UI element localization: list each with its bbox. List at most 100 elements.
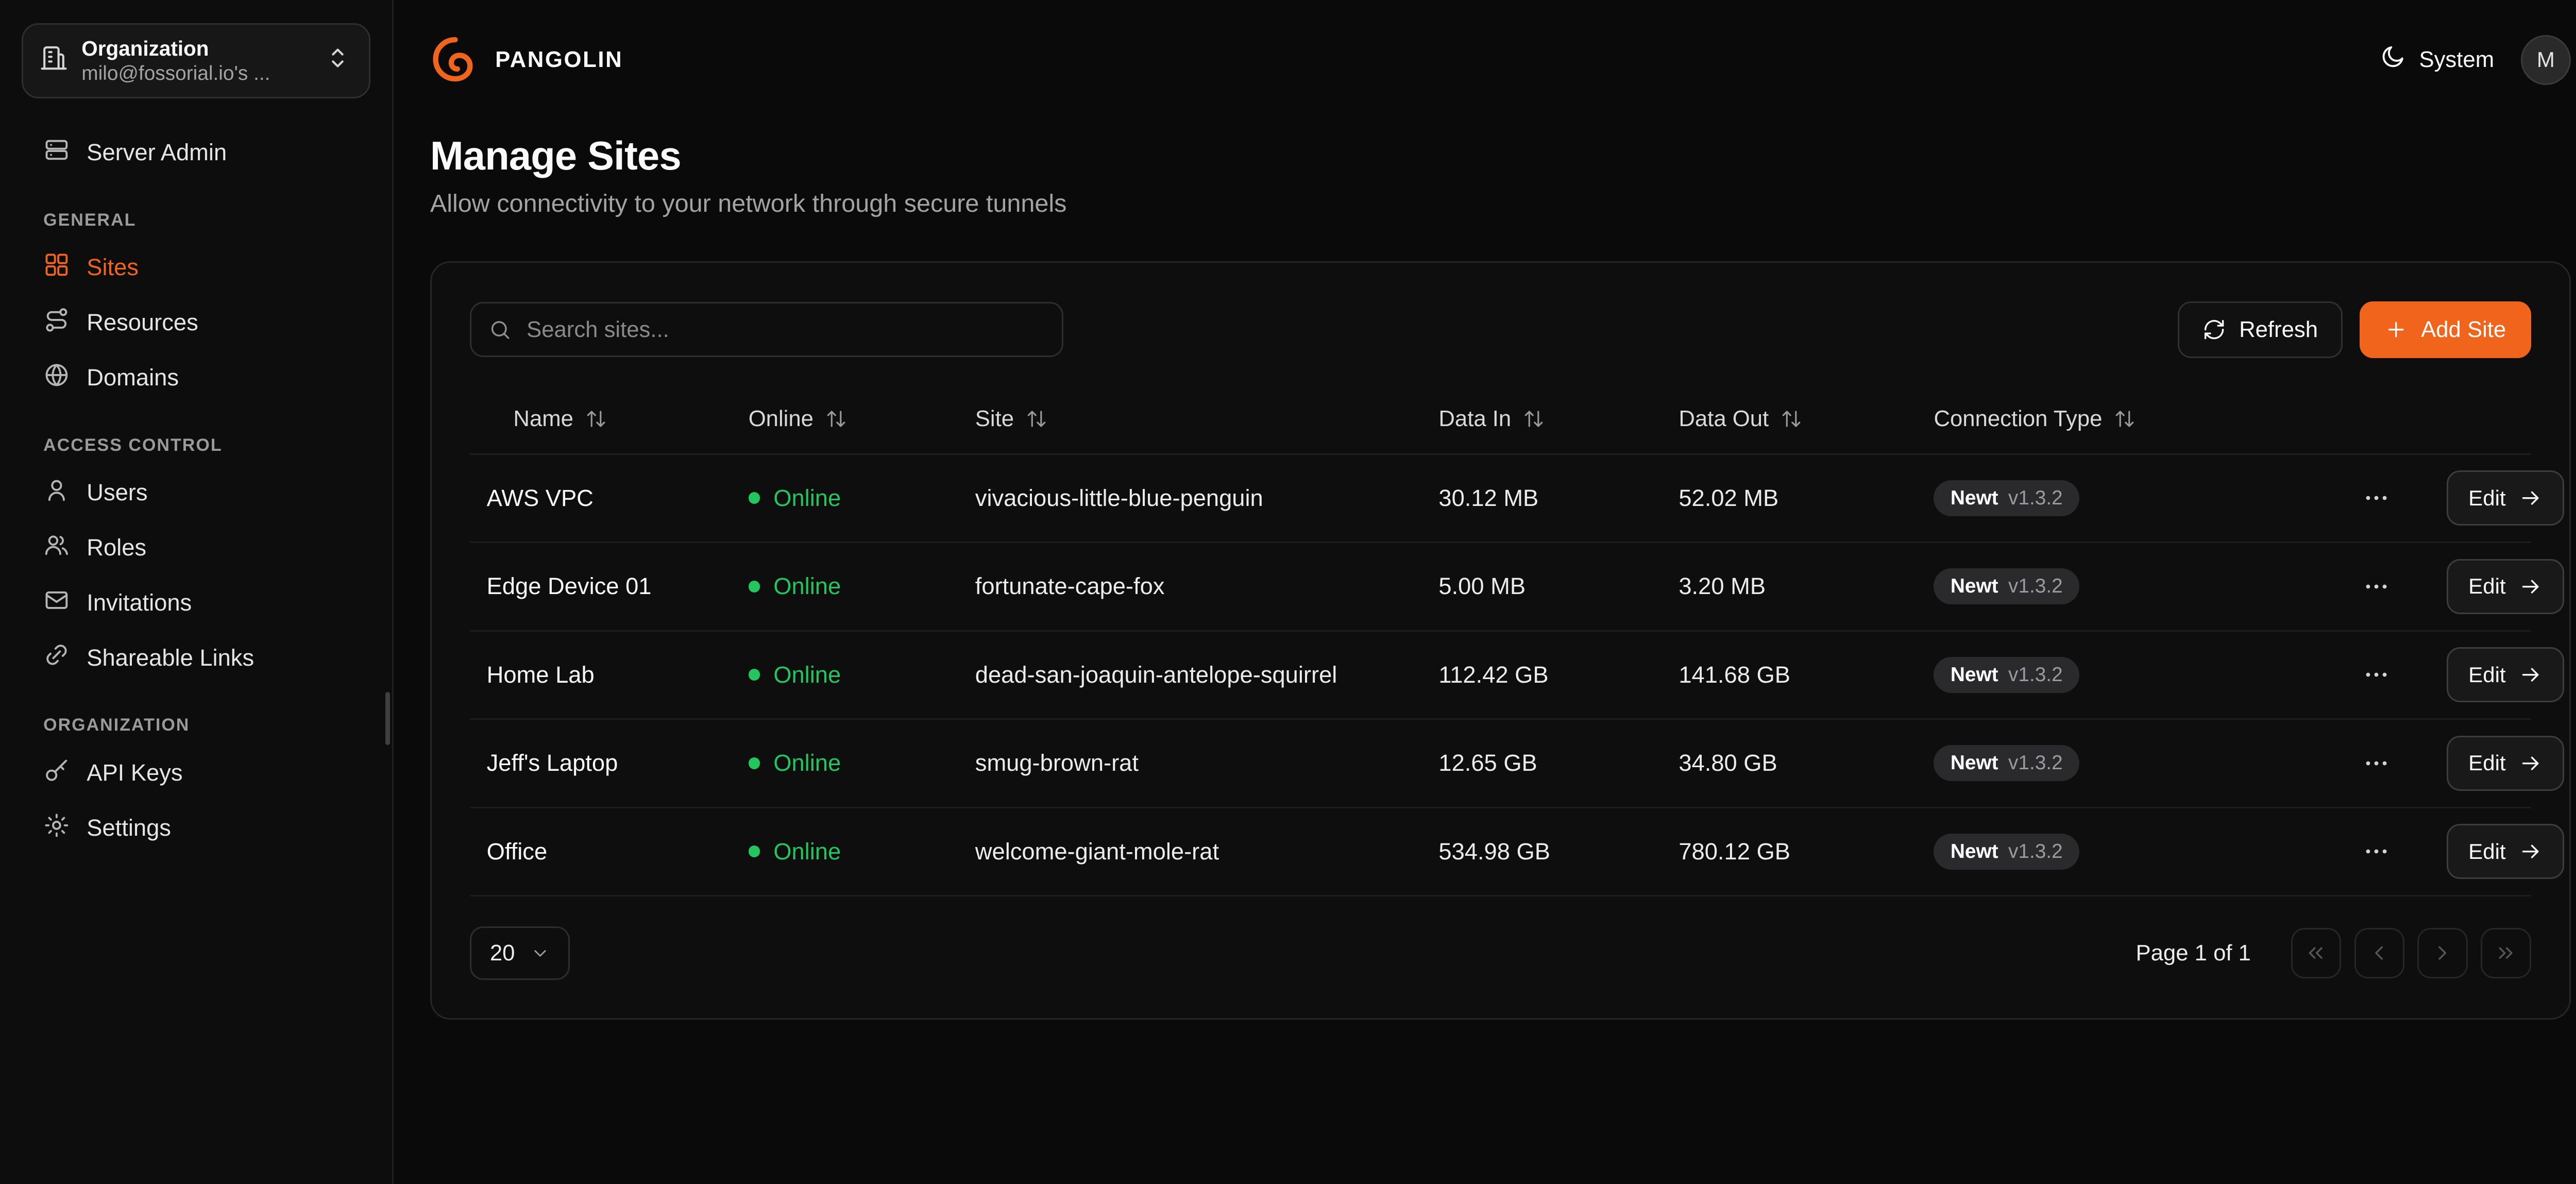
page-content: Manage Sites Allow connectivity to your … xyxy=(394,120,2576,1020)
sidebar-nav: Server Admin GENERALSitesResourcesDomain… xyxy=(22,125,370,856)
online-dot-icon xyxy=(749,845,760,857)
edit-label: Edit xyxy=(2468,839,2505,864)
brand-logo[interactable]: PANGOLIN xyxy=(430,35,623,85)
column-label: Connection Type xyxy=(1934,406,2102,432)
chevron-right-icon xyxy=(2431,941,2454,965)
sidebar-item-sites[interactable]: Sites xyxy=(22,240,370,295)
row-actions-cell xyxy=(2355,831,2424,872)
users-icon xyxy=(43,532,70,564)
sites-table: NameOnlineSiteData InData OutConnection … xyxy=(470,385,2531,897)
data-in-value: 5.00 MB xyxy=(1438,573,1679,600)
grid-icon xyxy=(43,251,70,284)
sites-card: Refresh Add Site NameOnlineSiteData InDa… xyxy=(430,261,2571,1020)
column-header-online[interactable]: Online xyxy=(749,406,975,432)
site-tunnel-name: smug-brown-rat xyxy=(975,750,1439,776)
chevrons-up-down-icon xyxy=(324,44,352,78)
online-dot-icon xyxy=(749,669,760,681)
section-label-organization: ORGANIZATION xyxy=(22,715,370,735)
avatar[interactable]: M xyxy=(2521,35,2571,85)
edit-button[interactable]: Edit xyxy=(2447,470,2564,526)
pagination-last-button[interactable] xyxy=(2481,928,2531,978)
server-icon xyxy=(43,137,70,169)
sidebar-item-label: Roles xyxy=(87,534,146,561)
pagination-first-button[interactable] xyxy=(2291,928,2341,978)
sidebar-item-invitations[interactable]: Invitations xyxy=(22,576,370,631)
sort-icon xyxy=(1523,408,1545,430)
refresh-button[interactable]: Refresh xyxy=(2178,301,2343,358)
waypoints-icon xyxy=(43,307,70,339)
row-actions-cell xyxy=(2355,566,2424,607)
pagination-next-button[interactable] xyxy=(2417,928,2467,978)
column-header-name[interactable]: Name xyxy=(470,406,748,432)
status-label: Online xyxy=(773,485,841,512)
sidebar-item-shareable-links[interactable]: Shareable Links xyxy=(22,630,370,685)
sidebar-item-server-admin[interactable]: Server Admin xyxy=(22,125,370,180)
sidebar-item-label: Settings xyxy=(87,815,171,841)
sidebar-item-label: Shareable Links xyxy=(87,645,254,671)
org-picker[interactable]: Organization milo@fossorial.io's ... xyxy=(22,23,370,98)
search-input[interactable] xyxy=(470,302,1063,357)
edit-button[interactable]: Edit xyxy=(2447,559,2564,614)
site-tunnel-name: fortunate-cape-fox xyxy=(975,573,1439,600)
pangolin-logo-icon xyxy=(430,35,480,85)
data-out-value: 3.20 MB xyxy=(1679,573,1934,600)
edit-label: Edit xyxy=(2468,574,2505,599)
column-header-data-out[interactable]: Data Out xyxy=(1679,406,1934,432)
table-header-row: Name OnlineSiteData InData OutConnection … xyxy=(470,385,2531,455)
arrow-right-icon xyxy=(2519,663,2542,686)
sort-icon xyxy=(585,408,607,430)
row-actions-button[interactable] xyxy=(2355,477,2397,519)
status-label: Online xyxy=(773,662,841,688)
page-info: Page 1 of 1 xyxy=(2136,940,2251,966)
arrow-right-icon xyxy=(2519,575,2542,598)
chevron-left-icon xyxy=(2367,941,2391,965)
arrow-right-icon xyxy=(2519,486,2542,510)
section-label-access-control: ACCESS CONTROL xyxy=(22,435,370,455)
sidebar-item-users[interactable]: Users xyxy=(22,465,370,520)
topbar: PANGOLIN System M xyxy=(394,0,2576,120)
sidebar-item-resources[interactable]: Resources xyxy=(22,295,370,350)
sidebar-item-roles[interactable]: Roles xyxy=(22,520,370,576)
column-header-site[interactable]: Site xyxy=(975,406,1439,432)
sidebar-scrollbar[interactable] xyxy=(385,692,391,746)
edit-button[interactable]: Edit xyxy=(2447,824,2564,879)
arrow-right-icon xyxy=(2519,840,2542,863)
sidebar-item-domains[interactable]: Domains xyxy=(22,350,370,405)
mail-icon xyxy=(43,587,70,619)
online-dot-icon xyxy=(749,757,760,769)
connection-type-version: v1.3.2 xyxy=(2008,752,2063,774)
table-body: AWS VPCOnlinevivacious-little-blue-pengu… xyxy=(470,455,2531,897)
theme-label: System xyxy=(2419,47,2494,73)
connection-type-version: v1.3.2 xyxy=(2008,575,2063,598)
theme-toggle[interactable]: System xyxy=(2379,44,2494,76)
add-site-button[interactable]: Add Site xyxy=(2360,301,2531,358)
connection-type-version: v1.3.2 xyxy=(2008,487,2063,510)
column-header-data-in[interactable]: Data In xyxy=(1438,406,1679,432)
sort-icon xyxy=(1781,408,1802,430)
edit-button[interactable]: Edit xyxy=(2447,647,2564,702)
toolbar-actions: Refresh Add Site xyxy=(2178,301,2531,358)
row-actions-button[interactable] xyxy=(2355,742,2397,784)
online-dot-icon xyxy=(749,492,760,504)
sidebar-item-api-keys[interactable]: API Keys xyxy=(22,746,370,801)
column-header-connection-type[interactable]: Connection Type xyxy=(1934,406,2355,432)
edit-button[interactable]: Edit xyxy=(2447,736,2564,791)
connection-type-name: Newt xyxy=(1951,752,1998,774)
data-in-value: 30.12 MB xyxy=(1438,485,1679,512)
connection-type-badge: Newtv1.3.2 xyxy=(1934,657,2079,693)
page-size-select[interactable]: 20 xyxy=(470,926,570,980)
row-actions-button[interactable] xyxy=(2355,654,2397,696)
card-toolbar: Refresh Add Site xyxy=(470,301,2531,358)
row-actions-button[interactable] xyxy=(2355,566,2397,607)
gear-icon xyxy=(43,812,70,844)
pagination-prev-button[interactable] xyxy=(2354,928,2404,978)
row-actions-button[interactable] xyxy=(2355,831,2397,872)
sidebar-item-label: Sites xyxy=(87,254,139,281)
sidebar-item-label: Server Admin xyxy=(87,139,227,166)
arrow-right-icon xyxy=(2519,752,2542,775)
building-icon xyxy=(40,44,68,78)
column-label: Name xyxy=(513,406,573,432)
sidebar-item-settings[interactable]: Settings xyxy=(22,801,370,856)
org-title: Organization xyxy=(81,37,310,61)
data-out-value: 141.68 GB xyxy=(1679,662,1934,688)
